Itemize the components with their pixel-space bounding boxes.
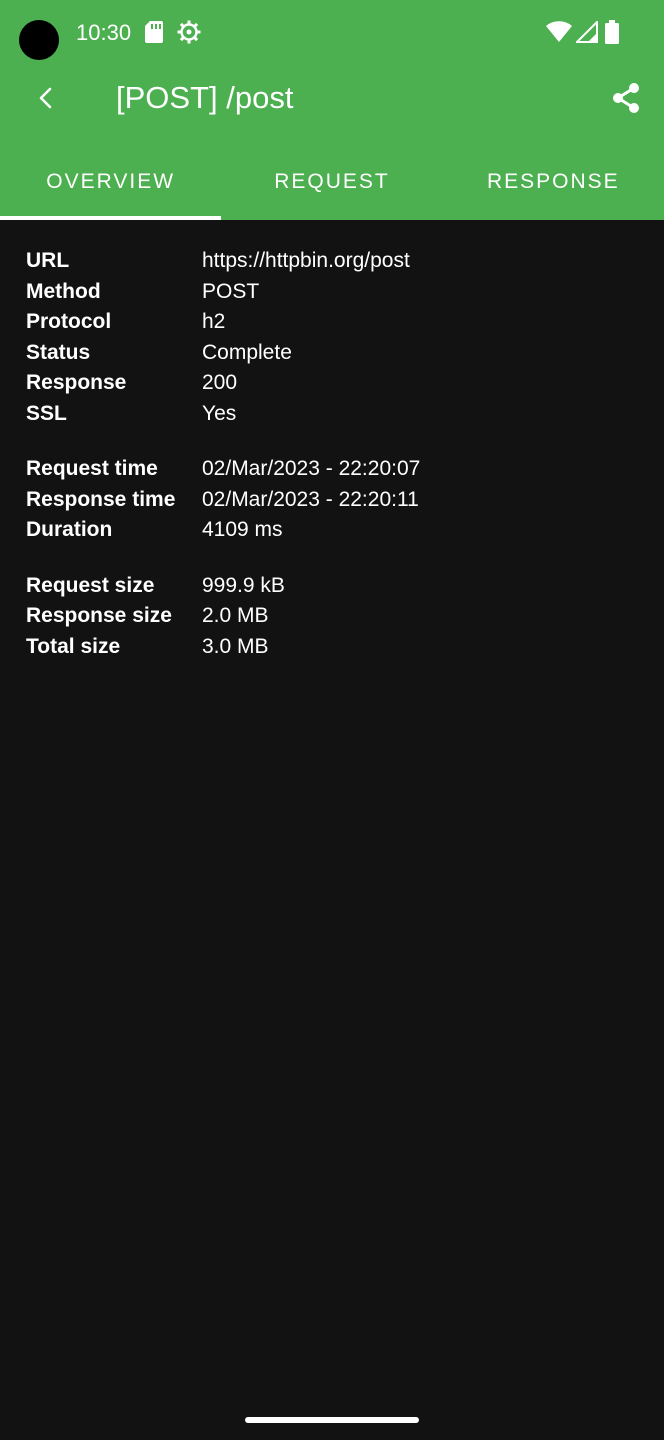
wifi-icon [546,21,572,42]
detail-value: 3.0 MB [202,634,269,658]
detail-value: 2.0 MB [202,604,269,628]
detail-label: Total size [26,634,121,658]
tab-bar: OVERVIEW REQUEST RESPONSE [0,144,664,220]
page-title: [POST] /post [116,80,294,115]
detail-value: https://httpbin.org/post [202,249,410,273]
back-button[interactable] [22,74,70,122]
detail-row-method: Method POST [26,277,638,308]
detail-value: POST [202,279,260,303]
detail-value: Complete [202,340,292,364]
tab-overview[interactable]: OVERVIEW [0,144,222,220]
detail-label: Protocol [26,310,112,334]
overview-content: URL https://httpbin.org/post Method POST… [26,246,638,687]
gesture-navigation-bar[interactable] [245,1417,419,1423]
detail-label: Duration [26,518,113,542]
detail-label: Request time [26,457,158,481]
detail-row-total-size: Total size 3.0 MB [26,632,638,663]
size-section: Request size 999.9 kB Response size 2.0 … [26,571,638,663]
detail-label: Response [26,371,127,395]
general-section: URL https://httpbin.org/post Method POST… [26,246,638,429]
detail-row-request-time: Request time 02/Mar/2023 - 22:20:07 [26,454,638,485]
detail-row-status: Status Complete [26,338,638,369]
share-icon [613,83,639,113]
detail-row-duration: Duration 4109 ms [26,515,638,546]
signal-icon [576,21,598,43]
status-bar: 10:30 [0,0,664,64]
detail-row-response: Response 200 [26,368,638,399]
detail-label: Request size [26,573,155,597]
detail-row-response-time: Response time 02/Mar/2023 - 22:20:11 [26,485,638,516]
detail-value: 02/Mar/2023 - 22:20:11 [202,487,419,511]
timing-section: Request time 02/Mar/2023 - 22:20:07 Resp… [26,454,638,546]
detail-row-ssl: SSL Yes [26,399,638,430]
status-time: 10:30 [76,20,132,45]
detail-label: Method [26,279,101,303]
detail-row-response-size: Response size 2.0 MB [26,601,638,632]
detail-label: Response size [26,604,172,628]
tab-response[interactable]: RESPONSE [443,144,664,220]
camera-cutout [19,20,59,60]
detail-row-request-size: Request size 999.9 kB [26,571,638,602]
detail-row-url: URL https://httpbin.org/post [26,246,638,277]
tab-request[interactable]: REQUEST [221,144,442,220]
detail-value: 02/Mar/2023 - 22:20:07 [202,457,421,481]
detail-label: Response time [26,487,176,511]
detail-value: Yes [202,401,237,425]
chevron-left-icon [39,87,52,109]
detail-label: URL [26,249,70,273]
detail-value: h2 [202,310,226,334]
detail-value: 200 [202,371,238,395]
sd-card-icon [145,21,163,43]
detail-label: SSL [26,401,67,425]
share-button[interactable] [602,74,650,122]
app-bar: 10:30 [POST] /post OVERVIEW REQUEST RESP… [0,0,664,220]
detail-label: Status [26,340,91,364]
detail-row-protocol: Protocol h2 [26,307,638,338]
detail-value: 999.9 kB [202,573,285,597]
detail-value: 4109 ms [202,518,283,542]
battery-icon [605,20,619,44]
gear-icon [177,20,201,44]
